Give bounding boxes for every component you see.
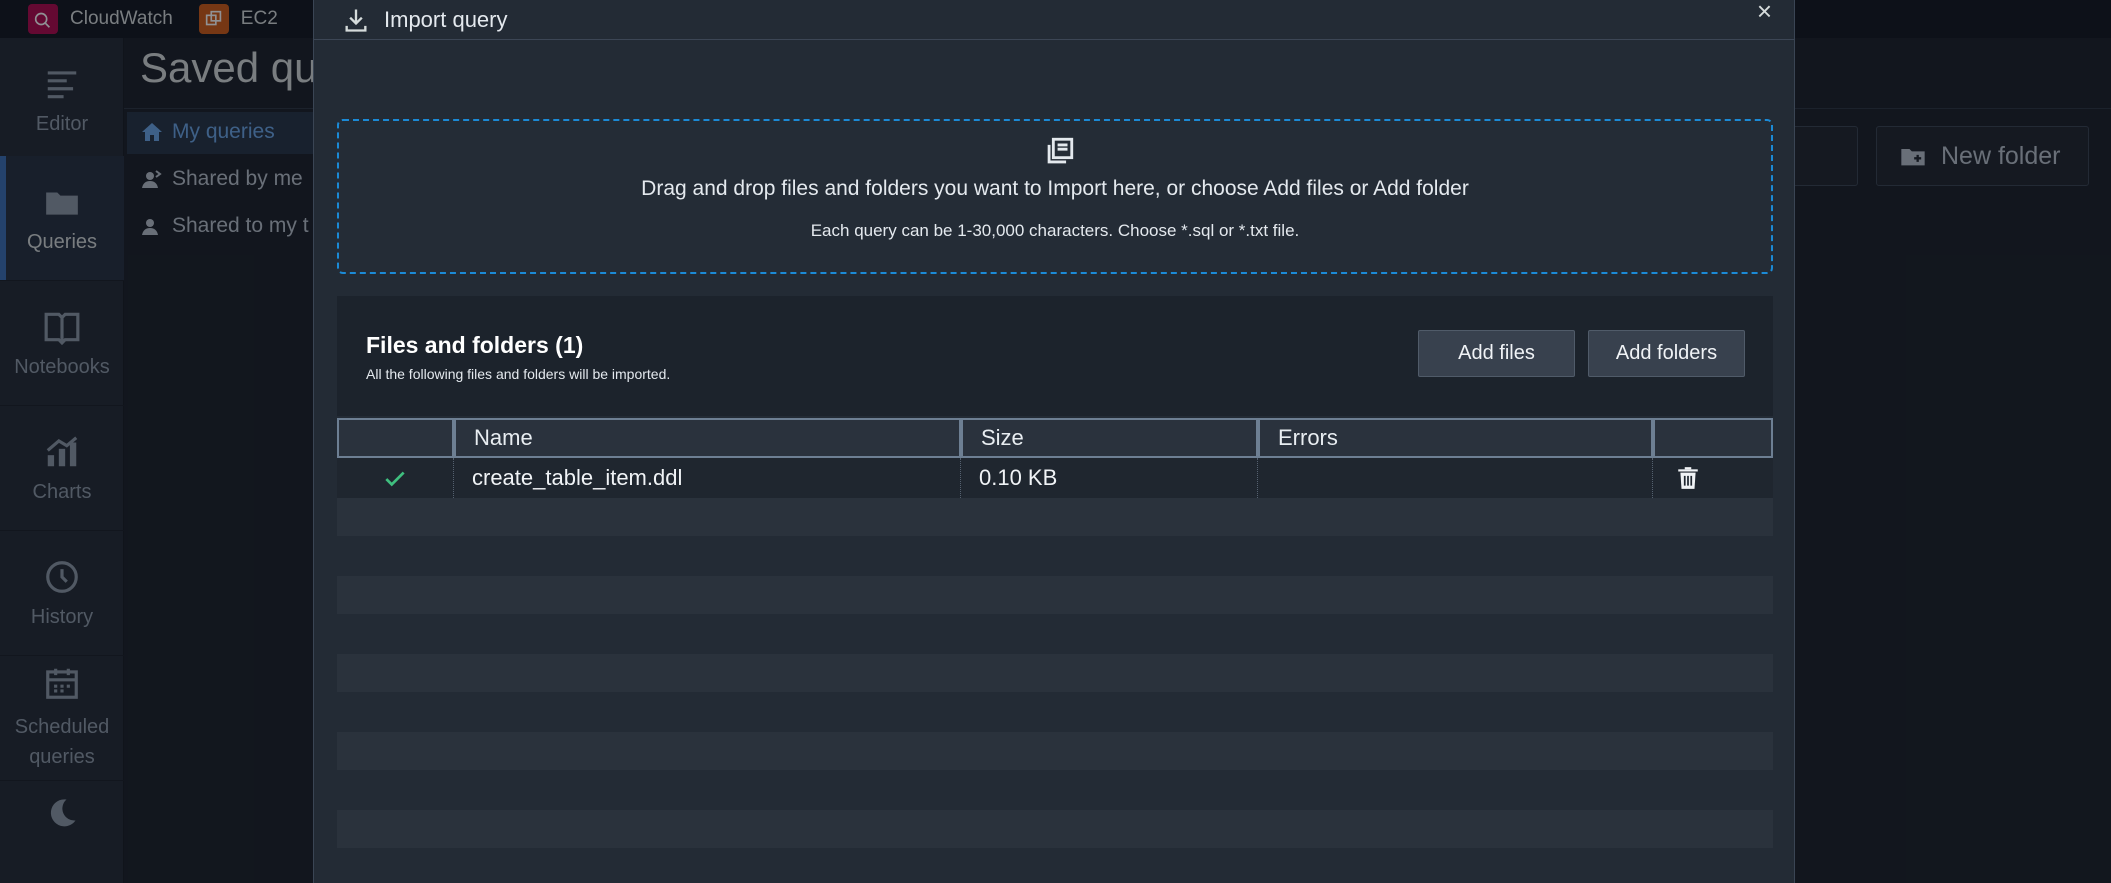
files-title: Files and folders (1) [366, 332, 584, 358]
files-panel: Files and folders (1) All the following … [337, 296, 1773, 416]
empty-row [337, 576, 1773, 614]
table-row: create_table_item.ddl 0.10 KB [337, 458, 1773, 498]
dropzone-instructions: Drag and drop files and folders you want… [641, 177, 1469, 200]
empty-row [337, 498, 1773, 536]
table-header: Name Size Errors [337, 418, 1773, 458]
column-header-actions [1653, 418, 1773, 458]
empty-row [337, 732, 1773, 770]
file-size-cell: 0.10 KB [961, 458, 1258, 498]
modal-header: Import query × [314, 0, 1794, 40]
import-query-modal: Import query × Drag and drop files and f… [313, 0, 1795, 883]
file-name-cell: create_table_item.ddl [454, 458, 961, 498]
file-errors-cell [1258, 458, 1653, 498]
column-header-name[interactable]: Name [454, 418, 961, 458]
modal-title: Import query [384, 6, 508, 32]
checkmark-icon [385, 471, 405, 487]
delete-cell [1653, 458, 1773, 498]
close-icon[interactable]: × [1757, 0, 1772, 24]
column-header-size[interactable]: Size [961, 418, 1258, 458]
status-cell [337, 458, 454, 498]
add-folders-button[interactable]: Add folders [1588, 330, 1745, 377]
empty-row [337, 810, 1773, 848]
empty-row [337, 654, 1773, 692]
dropzone-hint: Each query can be 1-30,000 characters. C… [810, 221, 1300, 240]
trash-icon[interactable] [1675, 465, 1701, 491]
add-files-button[interactable]: Add files [1418, 330, 1575, 377]
download-icon [345, 9, 367, 32]
files-description: All the following files and folders will… [366, 366, 671, 382]
copy-files-icon [1047, 137, 1074, 164]
column-header-errors[interactable]: Errors [1258, 418, 1653, 458]
files-table: Name Size Errors create_table_item.ddl 0… [337, 418, 1773, 498]
column-header-status [337, 418, 454, 458]
file-dropzone[interactable]: Drag and drop files and folders you want… [337, 119, 1773, 274]
